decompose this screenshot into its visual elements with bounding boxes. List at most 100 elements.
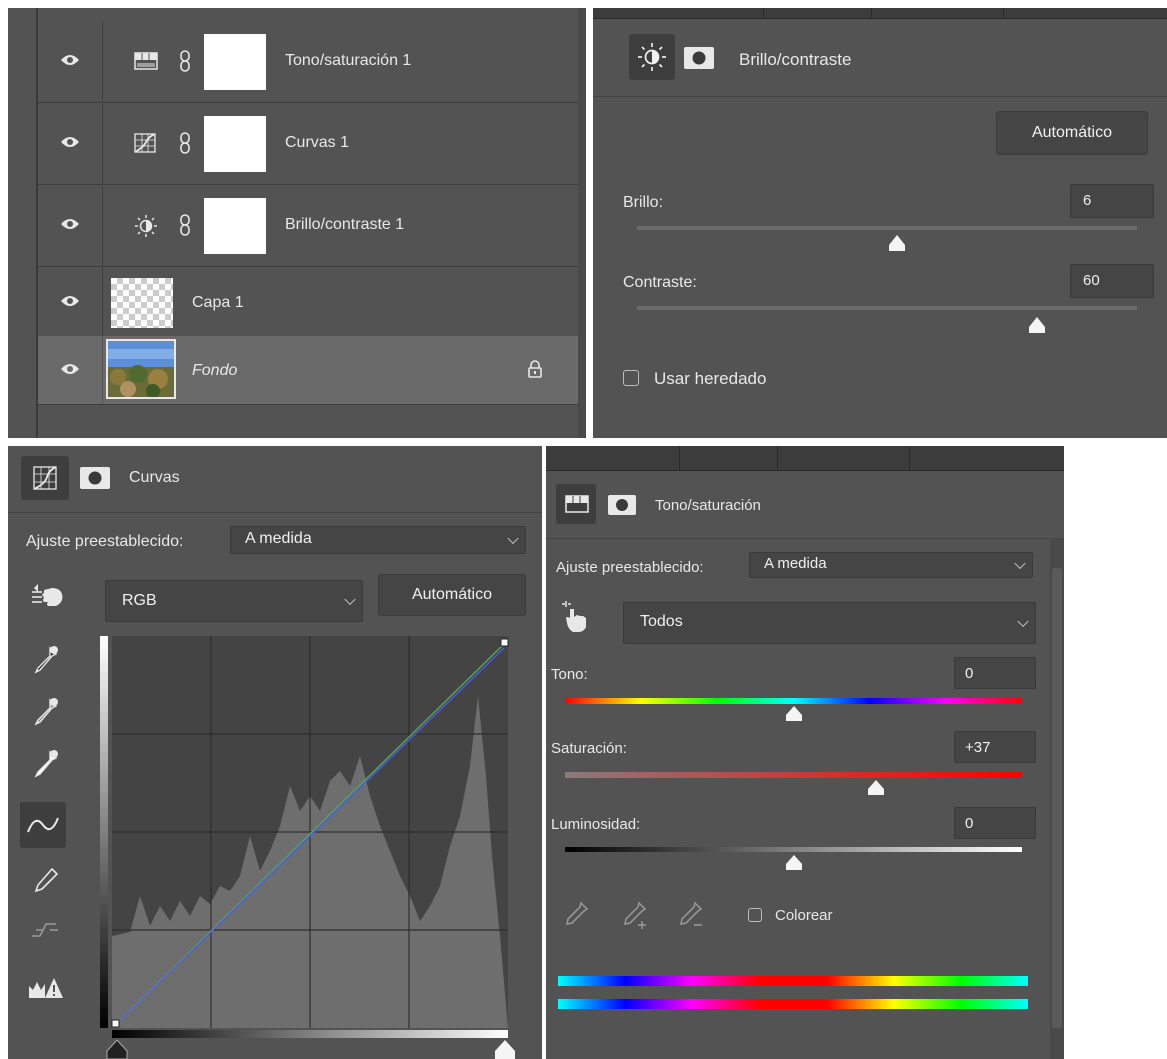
- scrollbar-thumb[interactable]: [1052, 568, 1062, 1028]
- channel-dropdown[interactable]: RGB: [105, 580, 363, 622]
- layer-mask-thumbnail[interactable]: [204, 198, 266, 254]
- hue-saturation-icon-button[interactable]: [556, 484, 596, 524]
- chain-link-icon[interactable]: [179, 50, 191, 77]
- contrast-slider-track[interactable]: [637, 306, 1137, 310]
- layer-thumbnail-transparent[interactable]: [111, 278, 173, 328]
- input-color-bar: [558, 976, 1028, 986]
- curves-icon-button[interactable]: [21, 456, 69, 500]
- chevron-down-icon: [1014, 557, 1026, 570]
- brightness-slider-track[interactable]: [637, 226, 1137, 230]
- panel-title: Brillo/contraste: [739, 50, 852, 69]
- mask-icon-button[interactable]: [80, 467, 110, 494]
- brightness-value-field[interactable]: 6: [1070, 184, 1154, 218]
- white-point-slider[interactable]: [494, 1039, 516, 1059]
- gray-eyedropper-icon[interactable]: [32, 696, 60, 733]
- row-divider: [102, 268, 103, 336]
- hue-gradient-track[interactable]: [565, 698, 1022, 704]
- lightness-gradient-track[interactable]: [565, 847, 1022, 852]
- curve-point-tool[interactable]: [20, 802, 66, 848]
- eyedropper-icon[interactable]: [564, 900, 590, 931]
- eye-icon[interactable]: [60, 217, 80, 236]
- row-divider: [102, 22, 103, 102]
- legacy-checkbox[interactable]: [623, 370, 639, 386]
- layer-name[interactable]: Brillo/contraste 1: [285, 216, 404, 234]
- hand-target-icon[interactable]: [30, 582, 70, 617]
- output-color-bar: [558, 999, 1028, 1009]
- layer-mask-thumbnail[interactable]: [204, 34, 266, 90]
- mask-icon-button[interactable]: [608, 495, 636, 520]
- smooth-icon: [30, 916, 62, 949]
- panel-title: Tono/saturación: [655, 497, 761, 514]
- panel-header-divider: [8, 512, 542, 513]
- preset-value: A medida: [245, 530, 312, 547]
- panel-tab-strip: [593, 8, 1167, 19]
- curves-icon: [134, 133, 156, 158]
- contrast-value-field[interactable]: 60: [1070, 264, 1154, 298]
- saturation-label: Saturación:: [551, 740, 627, 757]
- hue-value-field[interactable]: 0: [954, 657, 1036, 689]
- preset-dropdown[interactable]: A medida: [230, 526, 526, 554]
- layer-name[interactable]: Tono/saturación 1: [285, 52, 411, 70]
- eye-icon[interactable]: [60, 294, 80, 313]
- hue-label: Tono:: [551, 666, 588, 683]
- colorize-label[interactable]: Colorear: [775, 907, 833, 924]
- brightness-icon-button[interactable]: [629, 34, 675, 80]
- layer-row-curves[interactable]: Curvas 1: [38, 104, 578, 185]
- layers-panel: Tono/saturación 1 Curvas 1 Brillo/contra…: [8, 8, 586, 438]
- chain-link-icon[interactable]: [179, 214, 191, 241]
- row-divider: [102, 186, 103, 266]
- saturation-value-field[interactable]: +37: [954, 731, 1036, 763]
- pencil-icon[interactable]: [32, 866, 60, 901]
- eyedropper-add-icon[interactable]: [622, 900, 652, 935]
- chevron-down-icon: [344, 593, 356, 606]
- colorize-checkbox[interactable]: [748, 908, 762, 922]
- clipping-warning-icon[interactable]: [28, 976, 64, 1007]
- layer-thumbnail-photo[interactable]: [106, 339, 176, 399]
- black-eyedropper-icon[interactable]: [32, 644, 60, 681]
- chevron-down-icon: [1017, 615, 1029, 628]
- lightness-value-field[interactable]: 0: [954, 807, 1036, 839]
- lightness-label: Luminosidad:: [551, 816, 641, 833]
- preset-label: Ajuste preestablecido:: [26, 533, 184, 550]
- brightness-icon: [134, 214, 158, 243]
- curves-panel: Curvas Ajuste preestablecido: A medida R…: [8, 446, 542, 1059]
- eye-icon[interactable]: [60, 135, 80, 154]
- row-divider: [102, 336, 103, 404]
- layer-mask-thumbnail[interactable]: [204, 116, 266, 172]
- layer-row-brightness-contrast[interactable]: Brillo/contraste 1: [38, 186, 578, 267]
- layers-scrollbar[interactable]: [578, 8, 586, 438]
- layer-row-fondo[interactable]: Fondo: [38, 336, 578, 405]
- eye-icon[interactable]: [60, 53, 80, 72]
- layer-name[interactable]: Fondo: [192, 362, 237, 380]
- brightness-label: Brillo:: [623, 194, 664, 211]
- hue-saturation-panel: Tono/saturación Ajuste preestablecido: A…: [546, 446, 1064, 1059]
- contrast-label: Contraste:: [623, 274, 697, 291]
- preset-dropdown[interactable]: A medida: [749, 552, 1033, 578]
- range-dropdown[interactable]: Todos: [623, 602, 1036, 644]
- hand-target-icon[interactable]: [560, 599, 590, 638]
- scrollbar[interactable]: [1050, 538, 1064, 1059]
- chain-link-icon[interactable]: [179, 132, 191, 159]
- layer-name[interactable]: Curvas 1: [285, 134, 349, 152]
- curve-graph[interactable]: [100, 636, 512, 1038]
- lock-icon[interactable]: [528, 360, 542, 383]
- panel-header-divider: [546, 538, 1064, 539]
- saturation-gradient-track[interactable]: [565, 772, 1022, 778]
- auto-button[interactable]: Automático: [996, 111, 1148, 155]
- preset-label: Ajuste preestablecido:: [556, 559, 704, 576]
- panel-header-divider: [593, 96, 1167, 97]
- auto-button[interactable]: Automático: [378, 574, 526, 616]
- layer-row-capa-1[interactable]: Capa 1: [38, 268, 578, 337]
- legacy-label[interactable]: Usar heredado: [654, 369, 766, 389]
- layer-name[interactable]: Capa 1: [192, 294, 244, 312]
- channel-value: RGB: [122, 592, 157, 609]
- layer-row-hue-saturation[interactable]: Tono/saturación 1: [38, 22, 578, 103]
- eyedropper-subtract-icon[interactable]: [678, 900, 708, 935]
- chevron-down-icon: [507, 532, 519, 545]
- black-point-slider[interactable]: [106, 1039, 128, 1059]
- eye-icon[interactable]: [60, 362, 80, 381]
- row-divider: [102, 104, 103, 184]
- mask-icon-button[interactable]: [684, 47, 714, 74]
- white-eyedropper-icon[interactable]: [32, 748, 60, 785]
- hue-saturation-icon: [134, 52, 158, 75]
